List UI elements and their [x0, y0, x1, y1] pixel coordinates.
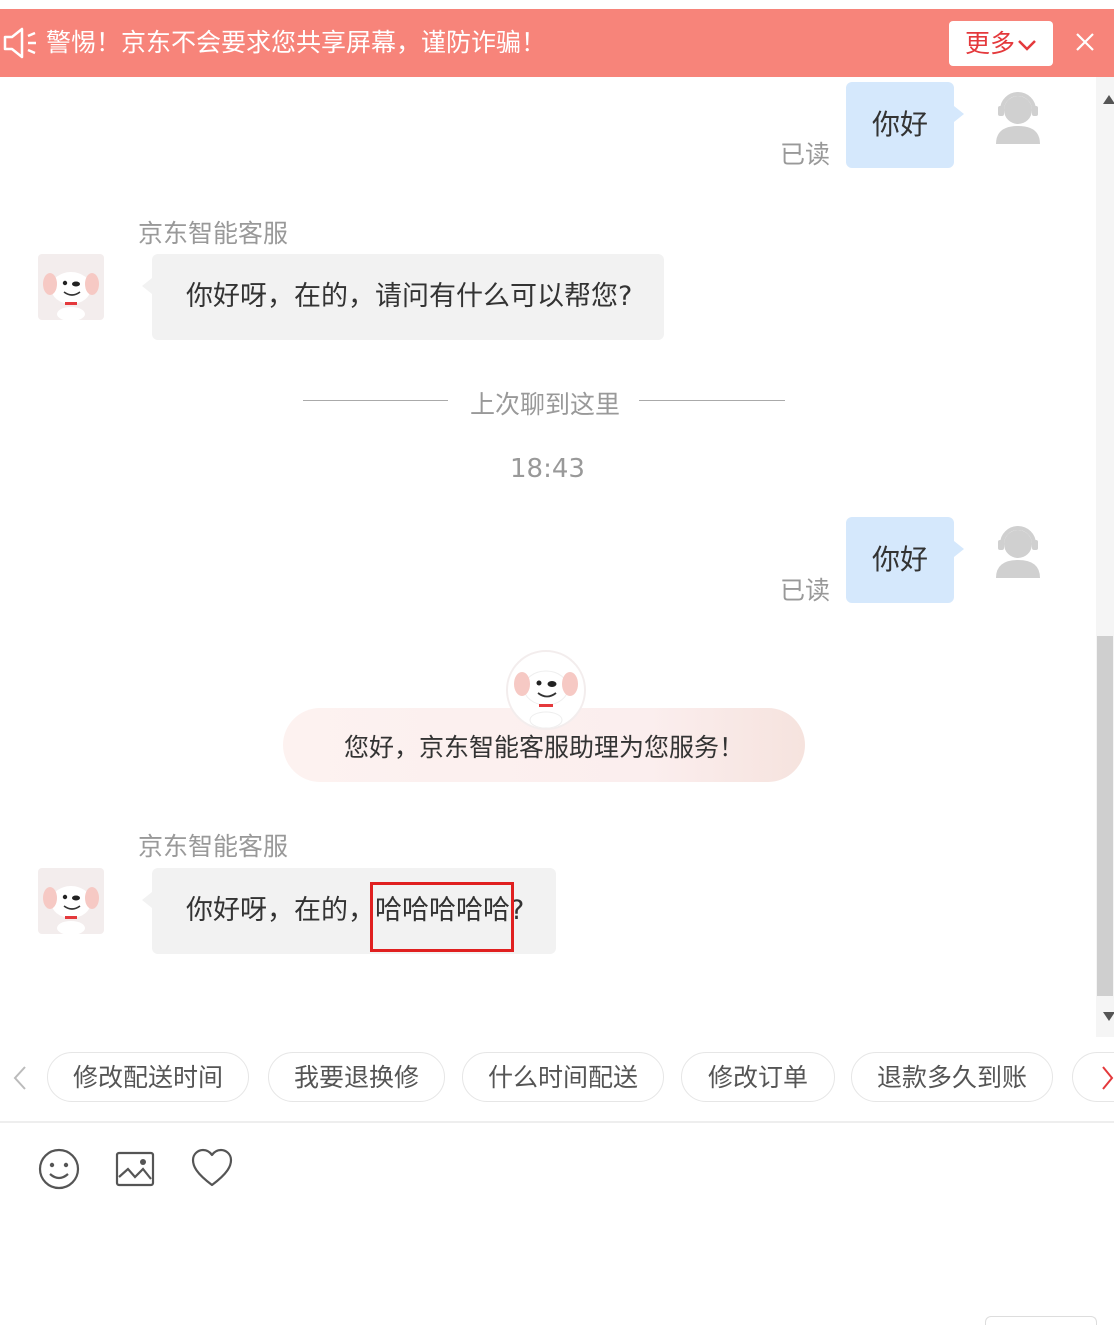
quick-reply-chip[interactable]: 修改配送时间 [47, 1052, 249, 1102]
user-avatar-icon [996, 526, 1040, 578]
bot-avatar [38, 254, 104, 320]
image-icon[interactable] [113, 1147, 157, 1191]
emoji-icon[interactable] [37, 1147, 81, 1191]
user-message-bubble: 你好 [846, 517, 964, 603]
read-status: 已读 [780, 140, 831, 169]
read-status: 已读 [780, 576, 831, 605]
joy-dog-icon [43, 886, 99, 934]
message-text-before: 你好呀，在的， [186, 895, 375, 926]
scroll-down-arrow[interactable] [1103, 1012, 1114, 1021]
welcome-text: 您好，京东智能客服助理为您服务！ [343, 733, 744, 762]
close-icon[interactable] [1074, 31, 1096, 53]
joy-dog-icon [43, 272, 99, 320]
warning-banner: 警惕！京东不会要求您共享屏幕，谨防诈骗！ 更多 [0, 9, 1114, 77]
more-button[interactable]: 更多 [949, 21, 1053, 66]
scroll-up-arrow[interactable] [1103, 95, 1114, 104]
highlight-box [370, 882, 514, 952]
scrollbar-thumb[interactable] [1097, 636, 1113, 996]
bot-name: 京东智能客服 [138, 832, 289, 861]
joy-dog-icon [514, 670, 578, 728]
user-message-bubble: 你好 [846, 82, 964, 168]
quick-reply-chip[interactable]: 修改订单 [681, 1052, 835, 1102]
speaker-icon [3, 27, 36, 59]
user-avatar-icon [996, 92, 1040, 144]
chevron-right-icon[interactable] [1100, 1063, 1114, 1093]
history-divider-text: 上次聊到这里 [470, 390, 621, 419]
bot-name: 京东智能客服 [138, 219, 289, 248]
divider-line-left [303, 400, 448, 401]
warning-text: 警惕！京东不会要求您共享屏幕，谨防诈骗！ [46, 28, 547, 57]
quick-reply-chip[interactable]: 退款多久到账 [851, 1052, 1053, 1102]
chevron-down-icon [1018, 40, 1036, 51]
timestamp: 18:43 [510, 454, 585, 484]
bot-avatar [38, 868, 104, 934]
welcome-avatar [506, 650, 586, 730]
more-label: 更多 [964, 29, 1015, 58]
quick-reply-chip[interactable]: 什么时间配送 [462, 1052, 664, 1102]
message-input-area[interactable] [0, 1123, 1114, 1324]
chevron-left-icon[interactable] [10, 1063, 30, 1093]
bot-message-bubble: 你好呀，在的，请问有什么可以帮您? [142, 254, 664, 340]
divider-line-right [639, 400, 785, 401]
heart-icon[interactable] [190, 1147, 234, 1191]
quick-reply-chip[interactable]: 我要退换修 [268, 1052, 445, 1102]
